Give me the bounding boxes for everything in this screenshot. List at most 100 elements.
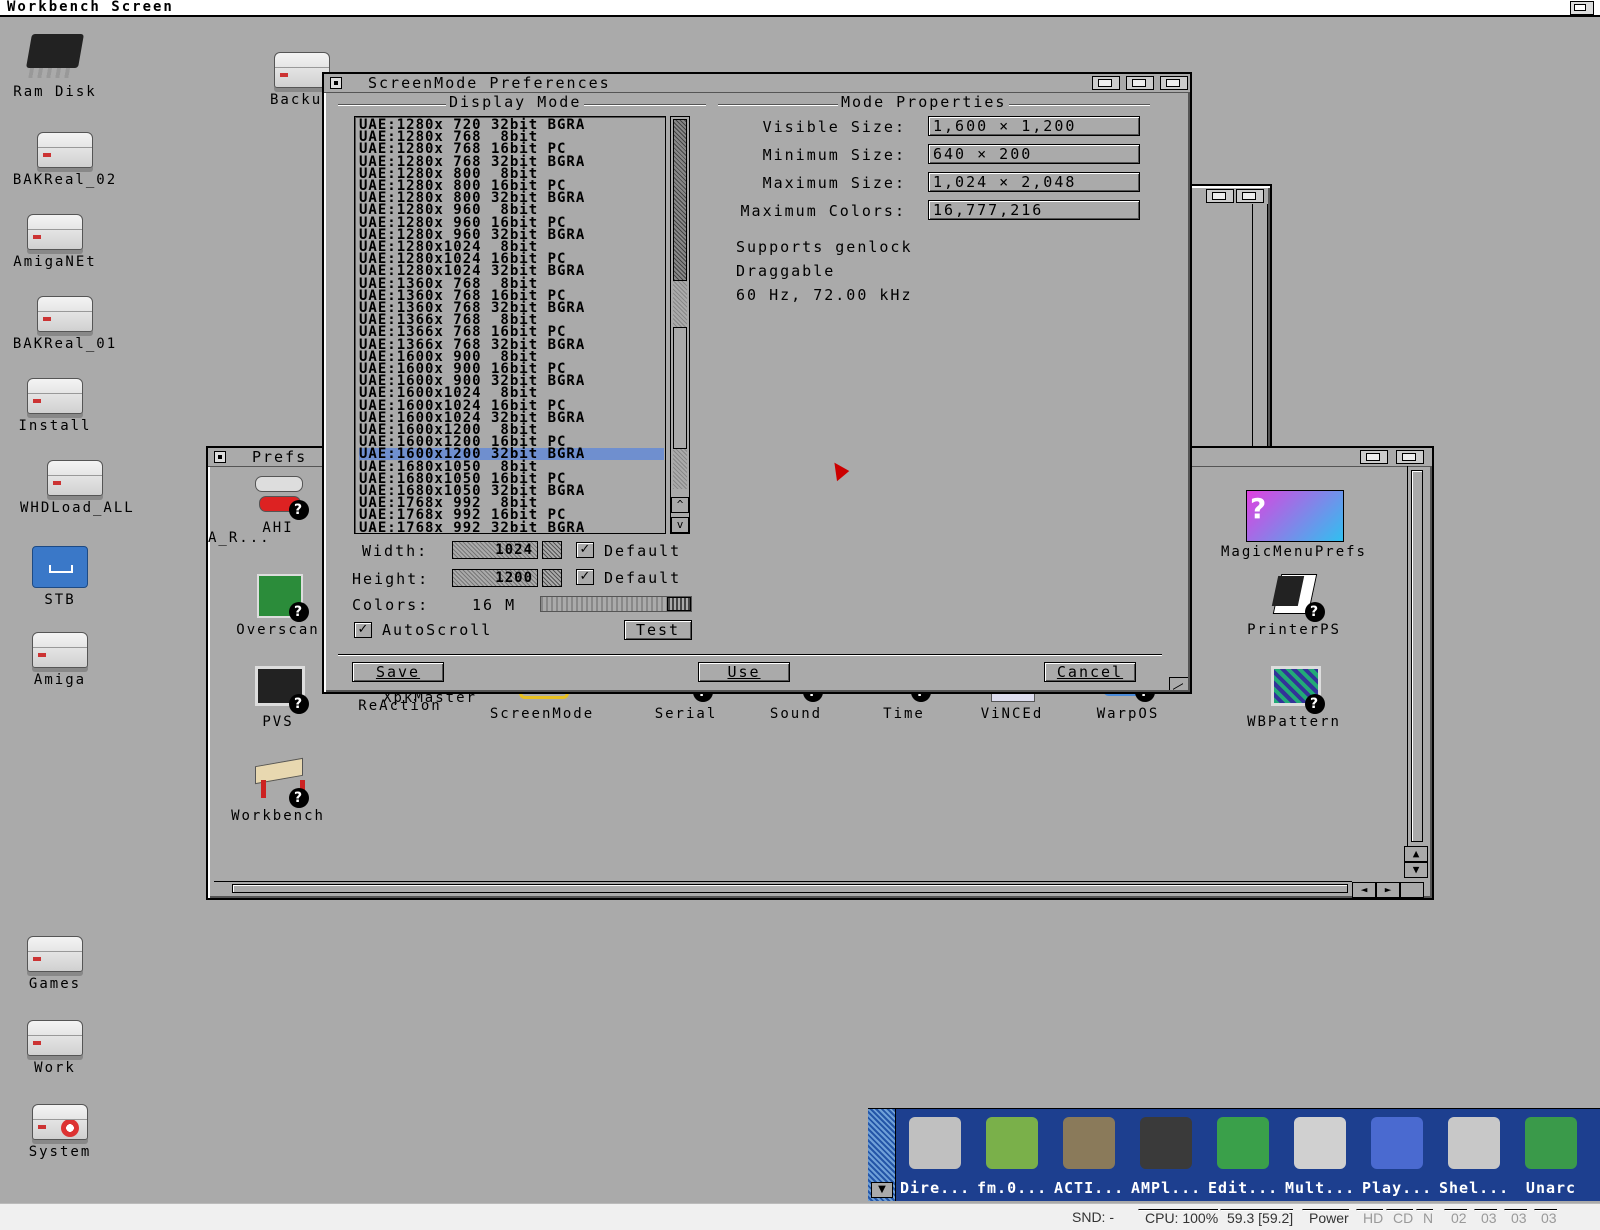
monitor-icon: ?: [253, 572, 309, 622]
dock-item[interactable]: AMPl...: [1131, 1117, 1201, 1197]
width-cycle-button[interactable]: [542, 541, 562, 559]
height-input[interactable]: 1200: [452, 569, 538, 587]
bakreal-02-drive-icon[interactable]: BAKReal_02: [10, 132, 120, 188]
autoscroll-checkbox[interactable]: ✓: [354, 622, 372, 638]
horizontal-scrollbar[interactable]: [214, 881, 1352, 894]
dock-item[interactable]: Play...: [1362, 1117, 1432, 1197]
dock-menu-button[interactable]: ▼: [871, 1182, 893, 1198]
magicmenuprefs-icon[interactable]: ? MagicMenuPrefs: [1212, 490, 1376, 560]
amiga-drive-icon[interactable]: Amiga: [5, 632, 115, 688]
dock-item[interactable]: Edit...: [1208, 1117, 1278, 1197]
depth-gadget[interactable]: [1160, 76, 1188, 90]
display-mode-list[interactable]: UAE:1280x 720 32bit BGRA UAE:1280x 768 8b…: [354, 116, 666, 534]
dock-item-label: AMPl...: [1131, 1179, 1202, 1197]
icon-label: PrinterPS: [1247, 622, 1341, 638]
icon-label: PVS: [262, 714, 294, 730]
drive-icon: [32, 1104, 88, 1140]
drive-icon: [27, 378, 83, 414]
resize-gadget[interactable]: [1169, 677, 1188, 690]
overscan-prefs-icon[interactable]: ? Overscan: [218, 572, 338, 638]
dock-item[interactable]: fm.0...: [977, 1117, 1047, 1197]
visible-size-label: Visible Size:: [762, 118, 906, 136]
button-separator: [338, 654, 1162, 656]
colors-slider[interactable]: [540, 596, 692, 612]
icon-label: Games: [28, 976, 82, 992]
dock-item[interactable]: Mult...: [1285, 1117, 1355, 1197]
work-drive-icon[interactable]: Work: [0, 1020, 110, 1076]
screenmode-preferences-window[interactable]: ScreenMode Preferences Display Mode UAE:…: [322, 72, 1192, 694]
dock-item[interactable]: ACTI...: [1054, 1117, 1124, 1197]
iconify-gadget[interactable]: [1092, 76, 1120, 90]
pvs-prefs-icon[interactable]: ? PVS: [218, 664, 338, 730]
truncated-icon-label[interactable]: A_R...: [208, 530, 271, 546]
depth-gadget[interactable]: [1396, 450, 1424, 464]
amiganet-drive-icon[interactable]: AmigaNEt: [0, 214, 110, 270]
dock-item-label: Shel...: [1439, 1179, 1510, 1197]
height-default-checkbox[interactable]: ✓: [576, 569, 594, 585]
screen-depth-gadget[interactable]: [1570, 1, 1594, 15]
icon-label: Workbench: [231, 808, 325, 824]
drive-icon: [37, 296, 93, 332]
dock-item[interactable]: Shel...: [1439, 1117, 1509, 1197]
scrollbar-thumb[interactable]: [232, 884, 1348, 893]
depth-gadget[interactable]: [1236, 189, 1264, 203]
chip-icon: [26, 34, 84, 68]
scrollbar-thumb[interactable]: [673, 119, 687, 281]
system-drive-icon[interactable]: System: [5, 1104, 115, 1160]
whdload-drive-icon[interactable]: WHDLoad_ALL: [20, 460, 133, 516]
workbench-prefs-icon[interactable]: ? Workbench: [218, 757, 338, 824]
dock-item-label: Edit...: [1208, 1179, 1279, 1197]
ahi-prefs-icon[interactable]: ? AHI: [218, 470, 338, 536]
dock-app-icon: [1063, 1117, 1115, 1169]
vertical-scrollbar[interactable]: [1407, 466, 1426, 846]
ram-disk-icon[interactable]: Ram Disk: [0, 34, 110, 100]
scroll-up-button[interactable]: ▲: [1404, 846, 1428, 862]
dock-app-icon: [1140, 1117, 1192, 1169]
use-button[interactable]: Use: [698, 662, 790, 682]
dock-item[interactable]: Unarc: [1516, 1117, 1586, 1197]
games-drive-icon[interactable]: Games: [0, 936, 110, 992]
dock-handle[interactable]: ▼: [868, 1109, 896, 1201]
scroll-right-button[interactable]: ►: [1376, 882, 1400, 898]
close-gadget[interactable]: [214, 451, 226, 463]
dock-bar[interactable]: ▼ Dire... fm.0... ACTI... AMPl... Edit... Mul…: [868, 1108, 1600, 1201]
mode-list-item[interactable]: UAE:1768x 992 32bit BGRA: [359, 521, 664, 533]
drive-icon: [27, 936, 83, 972]
scrollbar-thumb[interactable]: [1411, 470, 1423, 842]
screenmode-title-bar[interactable]: ScreenMode Preferences: [324, 74, 1190, 93]
vertical-scrollbar[interactable]: [1252, 204, 1268, 446]
test-button[interactable]: Test: [624, 620, 692, 640]
width-input[interactable]: 1024: [452, 541, 538, 559]
slider-knob[interactable]: [667, 597, 691, 611]
xpkmaster-prefs-icon[interactable]: XpkMaster: [370, 690, 490, 706]
save-button[interactable]: Save: [352, 662, 444, 682]
drive-3-status: 03: [1534, 1209, 1557, 1226]
dock-item[interactable]: Dire...: [900, 1117, 970, 1197]
cable-icon: ?: [253, 470, 309, 520]
hd-led: HD: [1356, 1209, 1384, 1226]
zoom-gadget[interactable]: [1360, 450, 1388, 464]
dock-item-label: Mult...: [1285, 1179, 1356, 1197]
cancel-button[interactable]: Cancel: [1044, 662, 1136, 682]
printerps-prefs-icon[interactable]: ? PrinterPS: [1234, 572, 1354, 638]
wbpattern-prefs-icon[interactable]: ? WBPattern: [1234, 664, 1354, 730]
width-default-label: Default: [604, 542, 682, 560]
backup-drive-icon[interactable]: Backu: [250, 52, 330, 108]
list-scroll-up-button[interactable]: ^: [671, 497, 689, 513]
background-window[interactable]: [1190, 184, 1272, 452]
scroll-left-button[interactable]: ◄: [1352, 882, 1376, 898]
list-scroll-down-button[interactable]: v: [671, 517, 689, 533]
width-default-checkbox[interactable]: ✓: [576, 542, 594, 558]
dock-app-icon: [1525, 1117, 1577, 1169]
bakreal-01-drive-icon[interactable]: BAKReal_01: [10, 296, 120, 352]
scroll-down-button[interactable]: ▼: [1404, 862, 1428, 878]
stb-drawer-icon[interactable]: STB: [5, 546, 115, 608]
cd-led: CD: [1386, 1209, 1414, 1226]
zoom-gadget[interactable]: [1206, 189, 1234, 203]
close-gadget[interactable]: [330, 77, 342, 89]
zoom-gadget[interactable]: [1126, 76, 1154, 90]
mode-list-scrollbar[interactable]: ^ v: [670, 116, 690, 534]
height-cycle-button[interactable]: [542, 569, 562, 587]
install-drive-icon[interactable]: Install: [0, 378, 110, 434]
resize-gadget[interactable]: [1400, 882, 1424, 898]
